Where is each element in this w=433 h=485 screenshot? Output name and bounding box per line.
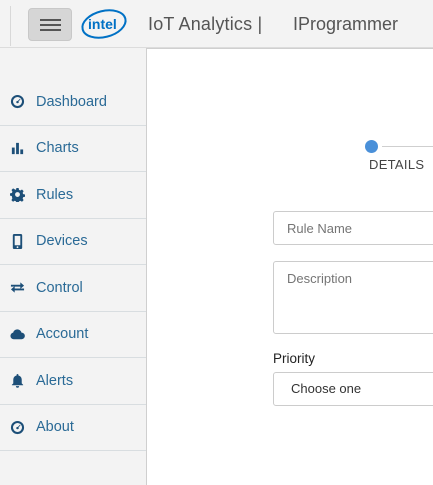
step-label-details: DETAILS <box>369 157 425 172</box>
app-title: IoT Analytics | <box>148 14 263 34</box>
gear-icon <box>9 187 25 203</box>
sidebar-item-alerts[interactable]: Alerts <box>0 358 147 405</box>
sidebar-item-charts[interactable]: Charts <box>0 126 147 172</box>
priority-select-value: Choose one <box>291 381 362 396</box>
sidebar-item-dashboard[interactable]: Dashboard <box>0 79 147 126</box>
rule-wizard-panel: DETAILS Priority Choose one <box>146 48 433 485</box>
sidebar-item-label: Dashboard <box>36 93 107 110</box>
header-divider <box>10 6 11 46</box>
priority-label: Priority <box>273 351 316 366</box>
sidebar-item-control[interactable]: Control <box>0 265 147 312</box>
rule-name-input[interactable] <box>273 211 433 245</box>
logo-text: intel <box>88 16 117 32</box>
exchange-arrows-icon <box>9 280 25 296</box>
step-connector <box>382 146 433 147</box>
menu-toggle-button[interactable] <box>28 8 72 41</box>
hamburger-line <box>40 24 61 26</box>
sidebar-item-label: Charts <box>36 140 79 157</box>
sidebar-item-devices[interactable]: Devices <box>0 219 147 265</box>
sidebar-nav: Dashboard Charts Rules Devices Control A… <box>0 79 147 451</box>
sidebar-item-rules[interactable]: Rules <box>0 172 147 219</box>
priority-select[interactable]: Choose one <box>273 372 433 406</box>
bell-icon <box>9 373 25 389</box>
description-textarea[interactable] <box>273 261 433 334</box>
intel-logo[interactable]: intel <box>80 7 128 41</box>
hamburger-line <box>40 29 61 31</box>
mobile-device-icon <box>9 233 25 249</box>
bar-chart-icon <box>9 140 25 156</box>
sidebar-item-about[interactable]: About <box>0 405 147 451</box>
top-bar: intel IoT Analytics | IProgrammer <box>0 0 433 48</box>
sidebar-item-account[interactable]: Account <box>0 312 147 358</box>
account-name[interactable]: IProgrammer <box>293 14 398 35</box>
sidebar-item-label: About <box>36 419 74 436</box>
cloud-icon <box>9 326 25 342</box>
sidebar-item-label: Account <box>36 326 89 343</box>
sidebar-item-label: Devices <box>36 233 88 250</box>
dashboard-icon <box>9 94 25 110</box>
info-icon <box>9 419 25 435</box>
step-indicator-dot[interactable] <box>365 140 378 153</box>
sidebar-item-label: Rules <box>36 186 74 203</box>
sidebar-item-label: Control <box>36 279 83 296</box>
hamburger-line <box>40 19 61 21</box>
sidebar-item-label: Alerts <box>36 372 74 389</box>
